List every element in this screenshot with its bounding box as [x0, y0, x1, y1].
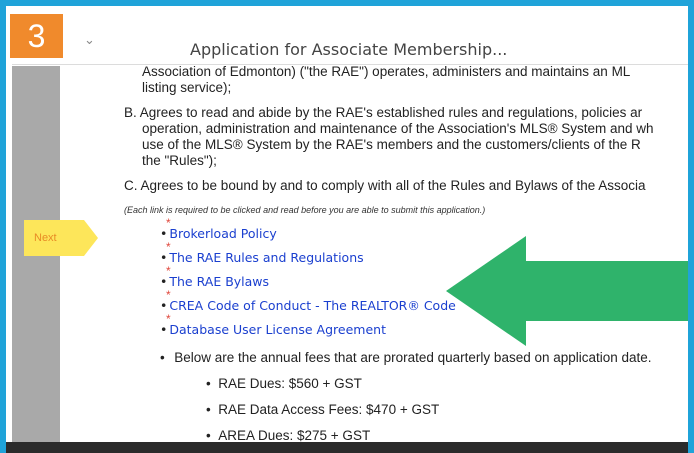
bullet-icon: •: [206, 376, 219, 391]
screenshot-frame: ⌄ Application for Associate Membership..…: [0, 0, 694, 453]
fee-text: AREA Dues: $275 + GST: [218, 428, 371, 443]
next-callout-tag: Next: [24, 220, 98, 256]
para-b-line-3: use of the MLS® System by the RAE's memb…: [124, 137, 641, 153]
fees-intro: • Below are the annual fees that are pro…: [160, 350, 652, 366]
bullet-icon: •: [206, 402, 219, 417]
step-number-badge: 3: [10, 14, 63, 58]
link-text[interactable]: The RAE Bylaws: [169, 274, 269, 289]
para-b-line-2: operation, administration and maintenanc…: [124, 121, 654, 137]
link-requirement-note: (Each link is required to be clicked and…: [124, 205, 486, 215]
link-item-rules[interactable]: • The RAE Rules and Regulations: [160, 250, 364, 266]
para-c: C. Agrees to be bound by and to comply w…: [124, 178, 646, 193]
document-toolbar: ⌄ Application for Associate Membership..…: [12, 12, 688, 65]
left-gutter: [12, 66, 60, 446]
bullet-icon: •: [160, 274, 168, 289]
para-a-text: Association of Edmonton) ("the RAE") ope…: [124, 64, 630, 80]
bullet-icon: •: [160, 250, 168, 265]
para-a-line-2-text: listing service);: [142, 80, 232, 95]
fee-text: RAE Data Access Fees: $470 + GST: [218, 402, 440, 417]
fee-item: • RAE Dues: $560 + GST: [206, 376, 362, 392]
para-a-line-2: listing service);: [124, 80, 231, 96]
document-title: Application for Associate Membership...: [190, 40, 508, 59]
bullet-icon: •: [160, 350, 173, 365]
link-text[interactable]: CREA Code of Conduct - The REALTOR® Code: [169, 298, 455, 313]
para-b-line-1: B. Agrees to read and abide by the RAE's…: [124, 105, 643, 120]
link-text[interactable]: Brokerload Policy: [169, 226, 276, 241]
fees-intro-text: Below are the annual fees that are prora…: [174, 350, 652, 365]
chevron-down-icon[interactable]: ⌄: [84, 32, 95, 48]
para-b-line-4-text: the "Rules");: [142, 153, 217, 168]
green-arrow-pointer-icon: [446, 236, 688, 346]
fee-text: RAE Dues: $560 + GST: [218, 376, 362, 391]
para-b-line-2-text: operation, administration and maintenanc…: [142, 121, 654, 136]
link-text[interactable]: The RAE Rules and Regulations: [169, 250, 363, 265]
para-a-line-1: Association of Edmonton) ("the RAE") ope…: [142, 64, 631, 79]
link-item-crea-code[interactable]: • CREA Code of Conduct - The REALTOR® Cod…: [160, 298, 456, 314]
fee-item: • RAE Data Access Fees: $470 + GST: [206, 402, 439, 418]
bullet-icon: •: [160, 226, 168, 241]
para-b-line-4: the "Rules");: [124, 153, 217, 169]
link-item-database-license[interactable]: • Database User License Agreement: [160, 322, 386, 338]
bottom-taskbar: [6, 442, 688, 453]
para-b-line-3-text: use of the MLS® System by the RAE's memb…: [142, 137, 641, 152]
link-item-bylaws[interactable]: • The RAE Bylaws: [160, 274, 269, 290]
bullet-icon: •: [160, 298, 168, 313]
link-text[interactable]: Database User License Agreement: [169, 322, 386, 337]
link-item-brokerload[interactable]: • Brokerload Policy: [160, 226, 277, 242]
bullet-icon: •: [206, 428, 219, 443]
bullet-icon: •: [160, 322, 168, 337]
